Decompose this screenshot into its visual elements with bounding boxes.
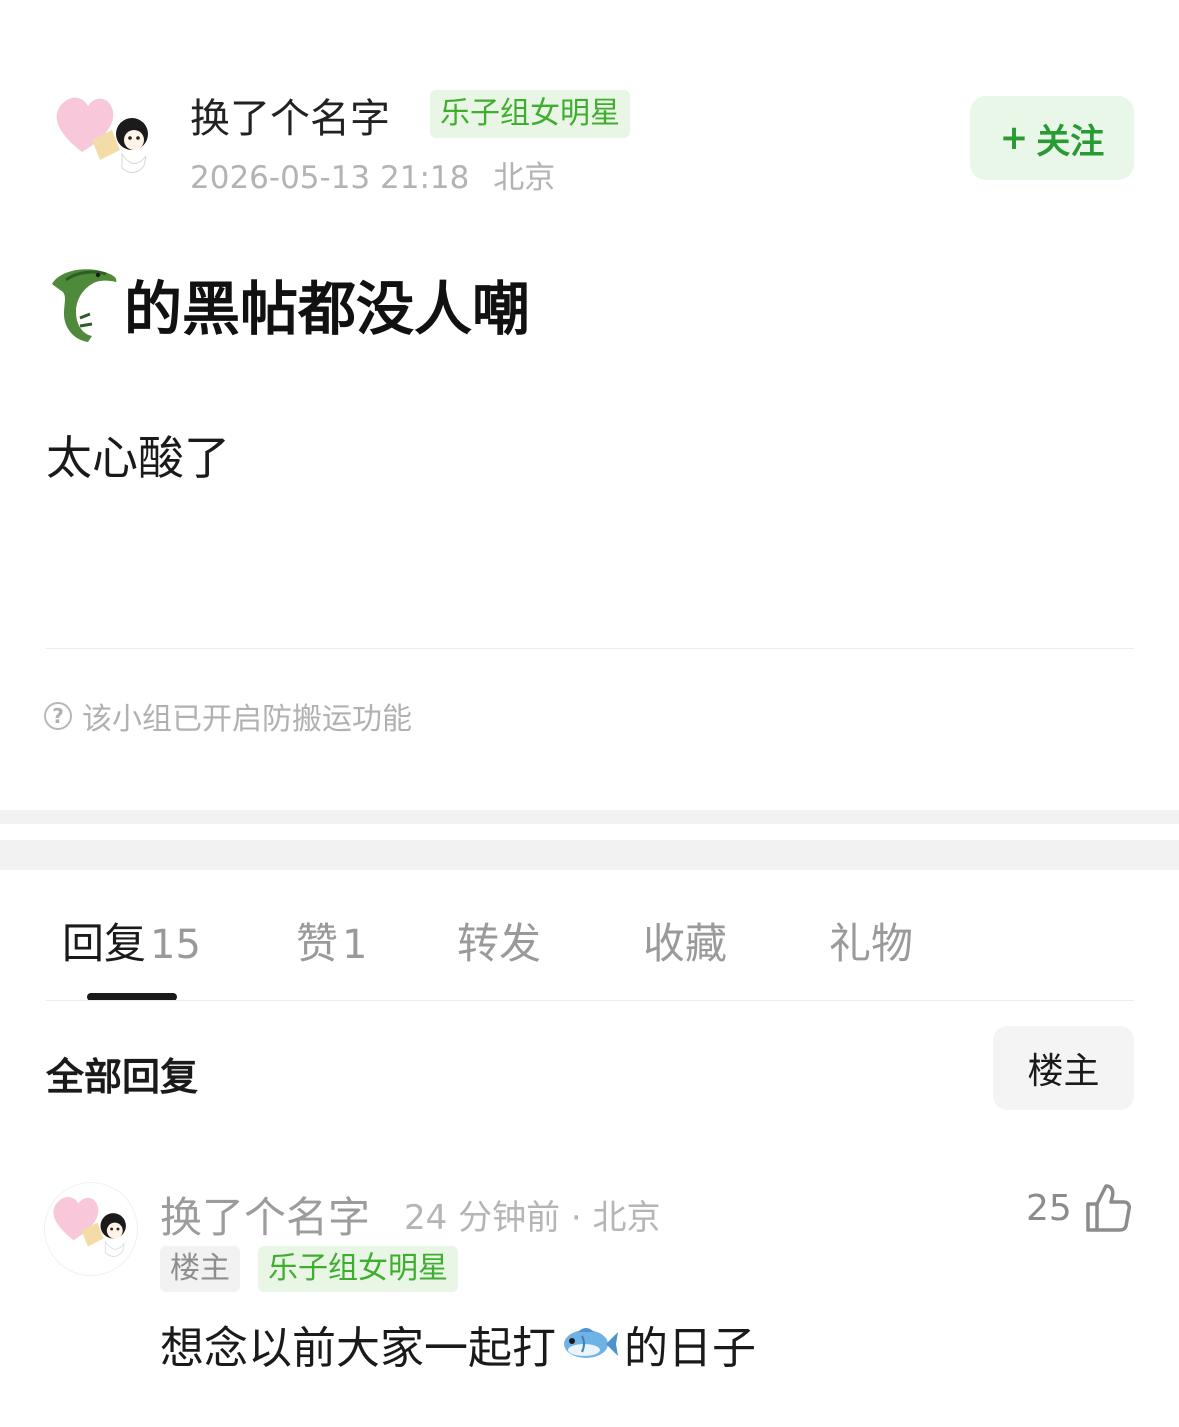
follow-button[interactable]: + 关注 [970, 96, 1134, 180]
content-divider [46, 648, 1134, 649]
reply-author-avatar[interactable] [44, 1182, 138, 1276]
reply-text: 想念以前大家一起打 的日子 [160, 1312, 756, 1376]
notice-text: 该小组已开启防搬运功能 [82, 702, 412, 737]
tab-reposts[interactable]: 转发 [457, 910, 541, 971]
anti-repost-notice: ? 该小组已开启防搬运功能 [44, 694, 412, 738]
author-name[interactable]: 换了个名字 [190, 86, 390, 144]
post-meta: 2026-05-13 21:18 北京 [190, 152, 555, 197]
thumbs-up-icon [1086, 1184, 1131, 1232]
plus-icon: + [999, 118, 1029, 158]
post-title: 的黑帖都没人嘲 [46, 262, 530, 346]
owner-tag: 楼主 [160, 1246, 240, 1292]
avatar-illustration [53, 1196, 126, 1257]
tab-likes[interactable]: 赞1 [296, 910, 367, 971]
tab-label: 转发 [457, 919, 542, 968]
post-location: 北京 [493, 160, 556, 196]
crocodile-icon [52, 269, 117, 342]
post-title-text: 的黑帖都没人嘲 [124, 275, 531, 343]
tab-count: 1 [342, 922, 368, 968]
post-body: 太心酸了 [46, 431, 230, 485]
reply-text-after: 的日子 [624, 1323, 756, 1374]
owner-only-filter-button[interactable]: 楼主 [993, 1026, 1134, 1110]
question-circle-icon: ? [44, 702, 72, 730]
tab-replies[interactable]: 回复 15 [62, 910, 201, 971]
all-replies-title: 全部回复 [46, 1055, 199, 1099]
tab-count: 15 [150, 922, 201, 968]
author-avatar[interactable] [46, 80, 162, 196]
section-separator-2 [0, 840, 1179, 870]
section-separator [0, 810, 1179, 824]
post-datetime: 2026-05-13 21:18 [190, 160, 470, 196]
reply-text-before: 想念以前大家一起打 [160, 1323, 556, 1374]
tabs-divider [46, 1000, 1134, 1001]
reply-author-name[interactable]: 换了个名字 [160, 1184, 370, 1245]
tab-favorites[interactable]: 收藏 [643, 910, 727, 971]
follow-label: 关注 [1036, 121, 1105, 162]
avatar-illustration [56, 97, 148, 173]
tab-label: 收藏 [643, 919, 728, 968]
reply-time-location: 24 分钟前 · 北京 [404, 1198, 661, 1238]
tab-label: 礼物 [829, 919, 914, 968]
tab-label: 赞 [296, 919, 339, 968]
like-count: 25 [1026, 1187, 1072, 1229]
reply-like-button[interactable]: 25 [1026, 1180, 1132, 1236]
fish-icon [564, 1328, 618, 1358]
tab-label: 回复 [62, 919, 147, 968]
reply-group-tag[interactable]: 乐子组女明星 [258, 1246, 458, 1292]
tab-gifts[interactable]: 礼物 [829, 910, 913, 971]
group-tag[interactable]: 乐子组女明星 [430, 90, 630, 138]
